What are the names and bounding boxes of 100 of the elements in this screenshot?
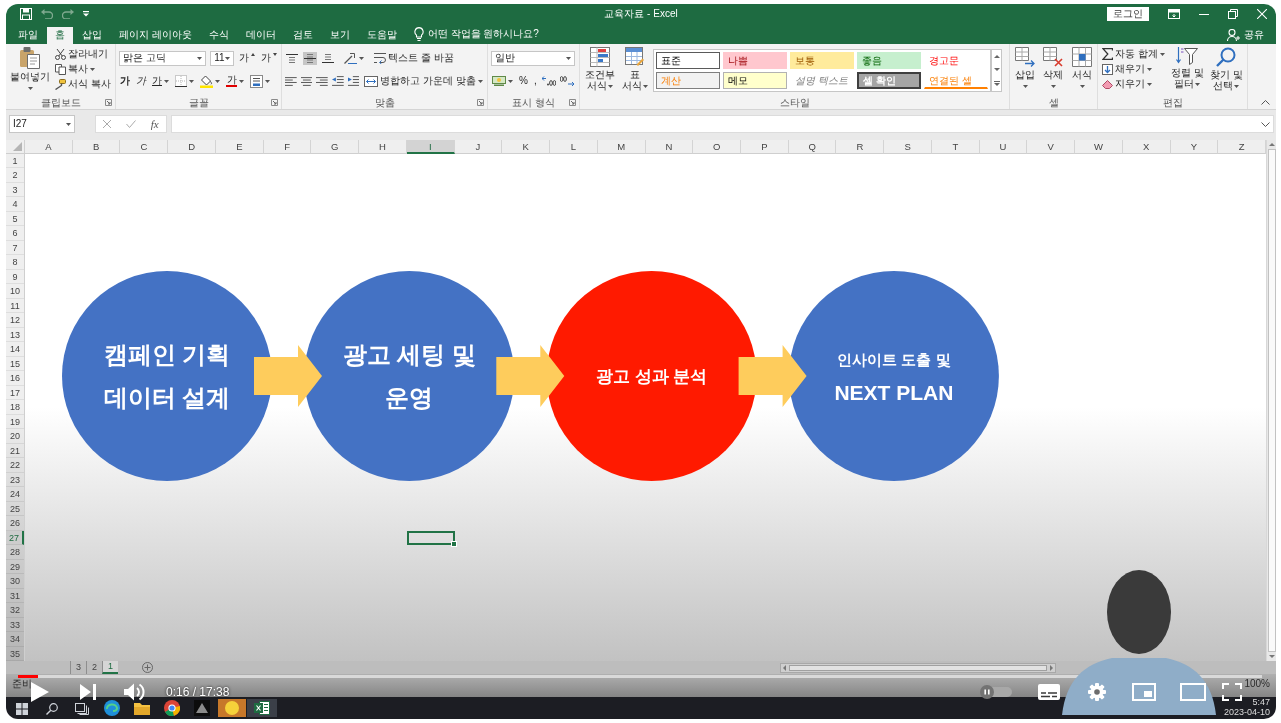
number-format-field[interactable]: 일반: [491, 50, 575, 66]
row-header[interactable]: 14: [6, 342, 24, 357]
row-header[interactable]: 2: [6, 168, 24, 183]
scroll-up-icon[interactable]: [993, 55, 1000, 58]
row-header[interactable]: 8: [6, 255, 24, 270]
format-as-table-button[interactable]: 표 서식: [621, 47, 649, 91]
ribbon-tab[interactable]: 도움말: [358, 27, 405, 44]
wrap-text-button[interactable]: 텍스트 줄 바꿈: [373, 52, 455, 64]
row-header[interactable]: 17: [6, 385, 24, 400]
next-icon[interactable]: [80, 684, 96, 700]
gallery-more-icon[interactable]: [993, 81, 1000, 86]
sort-filter-button[interactable]: 정렬 및 필터: [1169, 47, 1205, 89]
align-center-icon[interactable]: [300, 76, 313, 86]
align-right-icon[interactable]: [316, 76, 329, 86]
increase-decimal-icon[interactable]: [541, 76, 556, 86]
minimize-icon[interactable]: [1199, 13, 1209, 15]
row-header[interactable]: 11: [6, 298, 24, 313]
ribbon-tab[interactable]: 수식: [200, 27, 237, 44]
percent-button[interactable]: %: [518, 75, 529, 87]
find-select-button[interactable]: 찾기 및 선택: [1208, 47, 1244, 91]
save-icon[interactable]: [20, 8, 32, 20]
phonetic-button[interactable]: [249, 74, 271, 88]
row-header[interactable]: 4: [6, 197, 24, 212]
add-sheet-icon[interactable]: [142, 662, 154, 673]
settings-icon[interactable]: [1088, 683, 1106, 701]
dialog-launcher-icon[interactable]: [271, 99, 278, 106]
row-header[interactable]: 25: [6, 501, 24, 516]
scrollbar-thumb[interactable]: [789, 664, 1047, 671]
shrink-font-button[interactable]: 가: [260, 52, 278, 64]
ribbon-tab[interactable]: 보기: [321, 27, 358, 44]
cut-button[interactable]: 잘라내기: [54, 48, 110, 60]
ribbon-tab[interactable]: 데이터: [237, 27, 284, 44]
orientation-button[interactable]: [343, 52, 365, 64]
bold-button[interactable]: 가: [119, 75, 131, 87]
top-align-button[interactable]: [285, 51, 299, 65]
cell-style-option[interactable]: 나쁨: [723, 52, 787, 69]
row-header[interactable]: 28: [6, 545, 24, 560]
row-header[interactable]: 10: [6, 284, 24, 299]
italic-button[interactable]: 가: [135, 75, 147, 87]
share-button[interactable]: 공유: [1227, 29, 1264, 44]
taskbar-app[interactable]: [247, 699, 277, 717]
row-header[interactable]: 29: [6, 559, 24, 574]
row-header[interactable]: 31: [6, 588, 24, 603]
scroll-up-icon[interactable]: [1268, 142, 1275, 146]
start-grid-icon[interactable]: [16, 703, 28, 715]
autosum-button[interactable]: 자동 합계: [1101, 48, 1166, 60]
cell-style-option[interactable]: 표준: [656, 52, 720, 69]
ribbon-display-icon[interactable]: [1168, 9, 1180, 19]
row-header[interactable]: 30: [6, 574, 24, 589]
ribbon-tab[interactable]: 삽입: [74, 27, 110, 44]
ribbon-tab[interactable]: 페이지 레이아웃: [111, 27, 200, 44]
row-header[interactable]: 26: [6, 516, 24, 531]
decrease-indent-icon[interactable]: [332, 76, 344, 86]
middle-align-button[interactable]: [303, 51, 317, 65]
copy-button[interactable]: 복사: [54, 63, 97, 75]
name-box[interactable]: I27: [9, 115, 75, 133]
cell-style-option[interactable]: 경고문: [924, 52, 988, 69]
merge-center-button[interactable]: 병합하고 가운데 맞춤: [363, 75, 484, 87]
row-header[interactable]: 5: [6, 211, 24, 226]
row-header[interactable]: 1: [6, 153, 24, 168]
formula-input[interactable]: [171, 115, 1274, 133]
check-icon[interactable]: [126, 120, 136, 128]
comma-button[interactable]: ,: [532, 75, 538, 87]
scroll-down-icon[interactable]: [1268, 655, 1275, 658]
increase-indent-icon[interactable]: [347, 76, 360, 86]
row-header[interactable]: 20: [6, 429, 24, 444]
row-header[interactable]: 21: [6, 443, 24, 458]
cell-style-option[interactable]: 좋음: [857, 52, 921, 69]
volume-icon[interactable]: [124, 683, 146, 701]
cell-style-option[interactable]: 메모: [723, 72, 787, 89]
dialog-launcher-icon[interactable]: [105, 99, 112, 106]
autoplay-switch[interactable]: [980, 685, 1012, 699]
fill-handle[interactable]: [450, 541, 457, 547]
conditional-formatting-button[interactable]: 조건부 서식: [583, 47, 617, 91]
scroll-down-icon[interactable]: [993, 68, 1000, 71]
borders-button[interactable]: [174, 75, 195, 87]
customize-caret-icon[interactable]: [83, 11, 89, 17]
grow-font-button[interactable]: 가: [238, 52, 256, 64]
search-icon[interactable]: [46, 703, 58, 715]
format-cells-button[interactable]: 서식: [1069, 47, 1094, 91]
font-size-field[interactable]: 11: [210, 50, 234, 66]
insert-function-button[interactable]: fx: [150, 118, 159, 130]
taskbar-app[interactable]: [217, 699, 247, 717]
ribbon-tab[interactable]: 파일: [10, 27, 46, 44]
bottom-align-button[interactable]: [321, 51, 335, 65]
paste-button[interactable]: 붙여넣기: [9, 47, 51, 93]
row-header[interactable]: 19: [6, 414, 24, 429]
row-header[interactable]: 32: [6, 603, 24, 618]
decrease-decimal-icon[interactable]: [559, 76, 574, 86]
row-header[interactable]: 23: [6, 472, 24, 487]
fullscreen-icon[interactable]: [1222, 683, 1242, 701]
scroll-left-icon[interactable]: [783, 664, 786, 671]
insert-cells-button[interactable]: 삽입: [1013, 47, 1038, 91]
row-header[interactable]: 3: [6, 182, 24, 197]
delete-cells-button[interactable]: 삭제: [1041, 47, 1066, 91]
row-header[interactable]: 13: [6, 327, 24, 342]
fill-button[interactable]: 채우기: [1101, 63, 1153, 75]
tell-me-search[interactable]: 어떤 작업을 원하시나요?: [413, 27, 539, 44]
row-header[interactable]: 7: [6, 240, 24, 255]
clear-button[interactable]: 지우기: [1101, 78, 1153, 90]
